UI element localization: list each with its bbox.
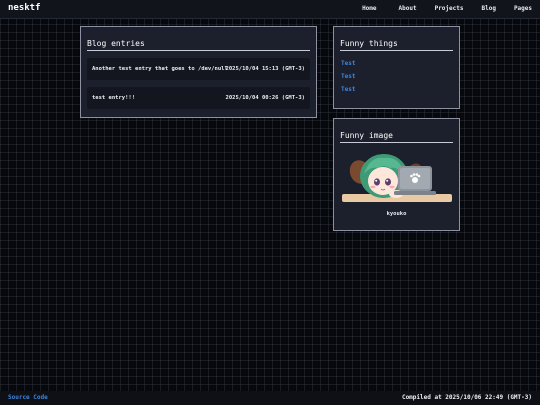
blog-entry-title[interactable]: Another test entry that goes to /dev/nul…	[92, 66, 228, 72]
funny-link[interactable]: Test	[341, 86, 355, 93]
nav-pages[interactable]: Pages	[514, 5, 532, 12]
funny-things-panel: Funny things Test Test Test	[333, 26, 460, 109]
funny-link[interactable]: Test	[341, 60, 355, 67]
blog-entries-title: Blog entries	[87, 39, 145, 48]
blog-entry-date: 2025/10/04 15:13 (GMT-3)	[225, 66, 305, 72]
blog-entry[interactable]: test entry!!! 2025/10/04 00:26 (GMT-3)	[87, 87, 310, 109]
funny-image-panel: Funny image kyouko	[333, 118, 460, 231]
funny-image-title: Funny image	[340, 131, 393, 140]
funny-things-title: Funny things	[340, 39, 398, 48]
blog-entry-date: 2025/10/04 00:26 (GMT-3)	[225, 95, 305, 101]
funny-image-divider	[340, 142, 453, 143]
blog-entry-title[interactable]: test entry!!!	[92, 95, 135, 101]
blog-title-divider	[87, 50, 310, 51]
funny-link[interactable]: Test	[341, 73, 355, 80]
image-caption: kyouko	[386, 211, 407, 217]
blog-entry[interactable]: Another test entry that goes to /dev/nul…	[87, 58, 310, 80]
source-code-link[interactable]: Source Code	[8, 394, 48, 401]
compiled-timestamp: Compiled at 2025/10/06 22:49 (GMT-3)	[401, 394, 532, 401]
nav-blog[interactable]: Blog	[481, 5, 495, 12]
blog-entries-panel: Blog entries Another test entry that goe…	[80, 26, 317, 118]
site-logo[interactable]: nesktf	[8, 3, 41, 13]
main-nav: Home About Projects Blog Pages	[362, 5, 532, 12]
funny-things-divider	[340, 50, 453, 51]
nav-projects[interactable]: Projects	[435, 5, 464, 12]
footer-bar: Source Code Compiled at 2025/10/06 22:49…	[0, 391, 540, 405]
nav-home[interactable]: Home	[362, 5, 376, 12]
nav-about[interactable]: About	[399, 5, 417, 12]
kyouko-laptop-image	[342, 154, 452, 202]
top-nav-bar: nesktf Home About Projects Blog Pages	[0, 0, 540, 19]
